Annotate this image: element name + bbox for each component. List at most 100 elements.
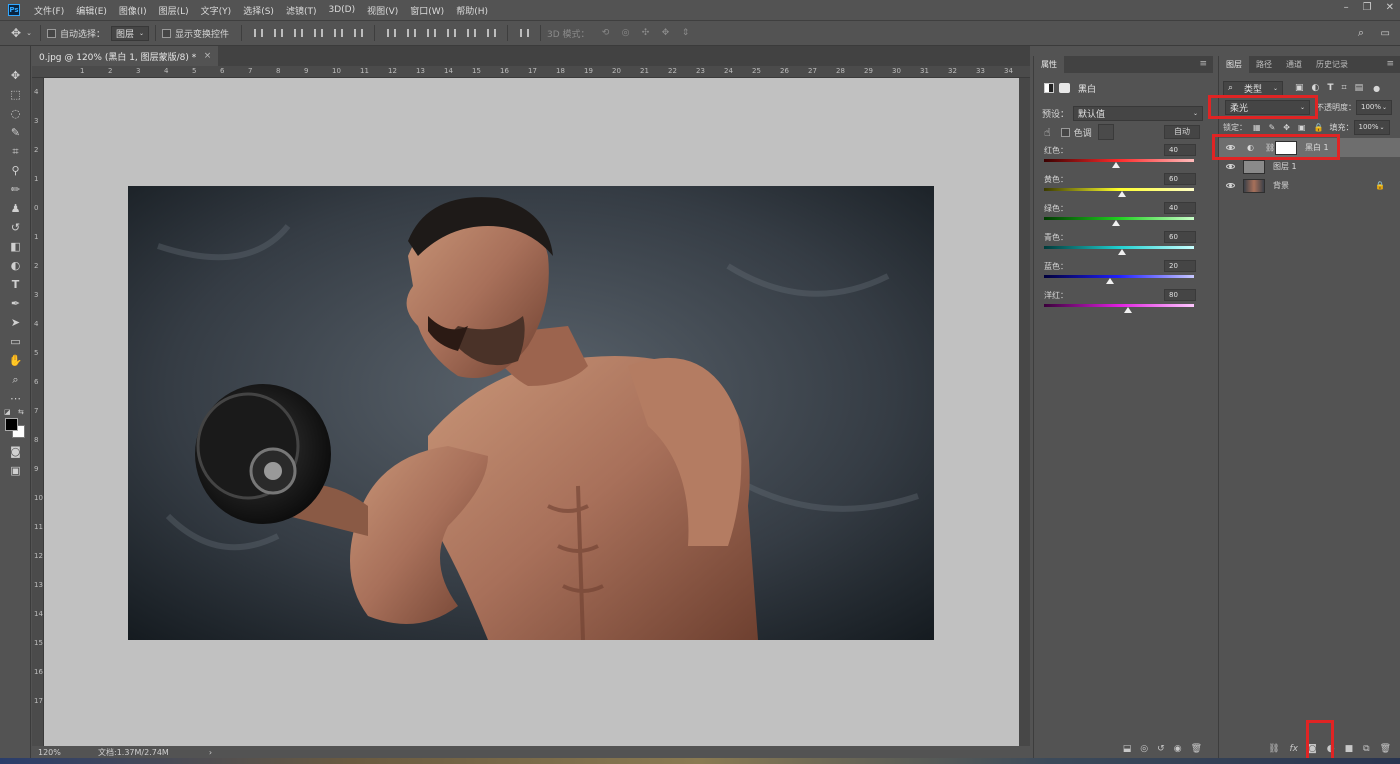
auto-button[interactable]: 自动 xyxy=(1164,125,1200,139)
menu-3d[interactable]: 3D(D) xyxy=(322,5,361,15)
auto-select-dropdown[interactable]: 图层 ⌄ xyxy=(111,25,150,41)
screen-mode-icon[interactable]: ▣ xyxy=(0,461,31,480)
zoom-tool-icon[interactable]: ⌕ xyxy=(0,370,31,389)
lock-position-icon[interactable]: ✥ xyxy=(1283,123,1290,132)
3d-slide-icon[interactable]: ✥ xyxy=(656,28,676,38)
opacity-field[interactable]: 100% ⌄ xyxy=(1356,99,1392,115)
slider-value-field[interactable]: 60 xyxy=(1164,173,1196,185)
hand-tool-icon[interactable]: ✋ xyxy=(0,351,31,370)
stamp-tool-icon[interactable]: ♟ xyxy=(0,199,31,218)
show-transform-checkbox[interactable] xyxy=(162,28,172,38)
distribute-top-icon[interactable] xyxy=(384,27,398,39)
3d-scale-icon[interactable]: ⇕ xyxy=(676,28,696,38)
tint-color-swatch[interactable] xyxy=(1097,124,1114,140)
brush-tool-icon[interactable]: ✏ xyxy=(0,180,31,199)
layer-mask-icon[interactable] xyxy=(1059,83,1070,93)
lock-transparent-icon[interactable]: ▦ xyxy=(1253,123,1261,132)
slider-thumb[interactable] xyxy=(1112,220,1120,226)
slider-value-field[interactable]: 60 xyxy=(1164,231,1196,243)
filter-pixel-icon[interactable]: ▣ xyxy=(1295,83,1304,93)
menu-image[interactable]: 图像(I) xyxy=(113,4,153,17)
slider-thumb[interactable] xyxy=(1112,162,1120,168)
layer-thumbnail[interactable] xyxy=(1243,178,1265,193)
new-layer-icon[interactable]: ⧉ xyxy=(1363,744,1369,754)
gradient-tool-icon[interactable]: ◐ xyxy=(0,256,31,275)
canvas-image[interactable] xyxy=(128,186,934,640)
lasso-tool-icon[interactable]: ◌ xyxy=(0,104,31,123)
type-tool-icon[interactable]: T xyxy=(0,275,31,294)
reset-icon[interactable]: ↺ xyxy=(1157,744,1165,754)
visibility-icon[interactable]: ◉ xyxy=(1174,744,1182,754)
slider-thumb[interactable] xyxy=(1118,191,1126,197)
more-tools-icon[interactable]: ⋯ xyxy=(0,389,31,408)
tab-channels[interactable]: 通道 xyxy=(1279,56,1309,73)
filter-shape-icon[interactable]: ⌗ xyxy=(1342,83,1347,93)
filter-toggle-icon[interactable]: ● xyxy=(1373,84,1380,93)
swap-colors-icon[interactable]: ⇆ xyxy=(18,408,24,416)
3d-rotate-icon[interactable]: ⟲ xyxy=(596,28,616,38)
3d-drag-icon[interactable]: ✣ xyxy=(636,28,656,38)
auto-select-checkbox[interactable] xyxy=(47,28,56,38)
lock-all-icon[interactable]: 🔒 xyxy=(1314,123,1324,132)
move-tool-icon[interactable]: ✥ xyxy=(0,66,31,85)
slider-value-field[interactable]: 40 xyxy=(1164,144,1196,156)
tab-history[interactable]: 历史记录 xyxy=(1309,56,1355,73)
chevron-right-icon[interactable]: › xyxy=(209,748,212,757)
align-bottom-icon[interactable] xyxy=(291,27,305,39)
new-group-icon[interactable]: ■ xyxy=(1345,744,1354,754)
menu-file[interactable]: 文件(F) xyxy=(28,4,70,17)
distribute-bottom-icon[interactable] xyxy=(424,27,438,39)
quick-select-tool-icon[interactable]: ✎ xyxy=(0,123,31,142)
panel-menu-icon[interactable]: ≡ xyxy=(1386,59,1394,69)
marquee-tool-icon[interactable]: ⬚ xyxy=(0,85,31,104)
lock-pixels-icon[interactable]: ✎ xyxy=(1269,123,1276,132)
panel-menu-icon[interactable]: ≡ xyxy=(1199,59,1207,69)
slider-track[interactable] xyxy=(1044,275,1194,278)
color-swatches[interactable]: ◪ ⇆ xyxy=(0,408,30,442)
align-left-icon[interactable] xyxy=(311,27,325,39)
minimize-icon[interactable]: – xyxy=(1344,2,1349,13)
eye-icon[interactable] xyxy=(1219,164,1241,169)
tab-layers[interactable]: 图层 xyxy=(1219,56,1249,73)
vertical-scrollbar[interactable] xyxy=(1019,78,1030,746)
menu-select[interactable]: 选择(S) xyxy=(237,4,280,17)
zoom-level[interactable]: 120% xyxy=(38,748,88,757)
link-layers-icon[interactable]: ⛓ xyxy=(1268,744,1279,754)
preset-dropdown[interactable]: 默认值 ⌄ xyxy=(1073,105,1204,121)
distribute-right-icon[interactable] xyxy=(484,27,498,39)
align-vcenter-icon[interactable] xyxy=(271,27,285,39)
menu-window[interactable]: 窗口(W) xyxy=(404,4,450,17)
tab-properties[interactable]: 属性 xyxy=(1034,56,1064,73)
move-tool-icon[interactable]: ✥ xyxy=(8,26,24,40)
slider-value-field[interactable]: 40 xyxy=(1164,202,1196,214)
menu-help[interactable]: 帮助(H) xyxy=(450,4,494,17)
close-icon[interactable]: × xyxy=(204,51,212,61)
filter-adjustment-icon[interactable]: ◐ xyxy=(1312,83,1320,93)
menu-layer[interactable]: 图层(L) xyxy=(153,4,195,17)
search-icon[interactable]: ⌕ xyxy=(1358,26,1364,40)
view-previous-icon[interactable]: ◎ xyxy=(1140,744,1148,754)
align-right-icon[interactable] xyxy=(351,27,365,39)
eraser-tool-icon[interactable]: ◧ xyxy=(0,237,31,256)
menu-edit[interactable]: 编辑(E) xyxy=(70,4,113,17)
auto-align-icon[interactable] xyxy=(517,27,531,39)
layer-filter-dropdown[interactable]: ⌕ 类型 ⌄ xyxy=(1223,80,1283,96)
pen-tool-icon[interactable]: ✒ xyxy=(0,294,31,313)
filter-smart-icon[interactable]: ▤ xyxy=(1355,83,1364,93)
document-tab[interactable]: 0.jpg @ 120% (黑白 1, 图层蒙版/8) * × xyxy=(32,46,219,66)
menu-filter[interactable]: 滤镜(T) xyxy=(280,4,323,17)
slider-value-field[interactable]: 20 xyxy=(1164,260,1196,272)
distribute-hcenter-icon[interactable] xyxy=(464,27,478,39)
slider-track[interactable] xyxy=(1044,304,1194,307)
eyedropper-tool-icon[interactable]: ⚲ xyxy=(0,161,31,180)
workspace-icon[interactable]: ▭ xyxy=(1381,28,1390,39)
tint-checkbox[interactable] xyxy=(1060,127,1070,137)
crop-tool-icon[interactable]: ⌗ xyxy=(0,142,31,161)
layer-style-icon[interactable]: fx xyxy=(1290,744,1299,754)
layer-thumbnail[interactable] xyxy=(1243,159,1265,174)
foreground-color-swatch[interactable] xyxy=(5,418,18,431)
slider-thumb[interactable] xyxy=(1118,249,1126,255)
chevron-down-icon[interactable]: ⌄ xyxy=(24,29,34,37)
eye-icon[interactable] xyxy=(1219,183,1241,188)
slider-thumb[interactable] xyxy=(1124,307,1132,313)
